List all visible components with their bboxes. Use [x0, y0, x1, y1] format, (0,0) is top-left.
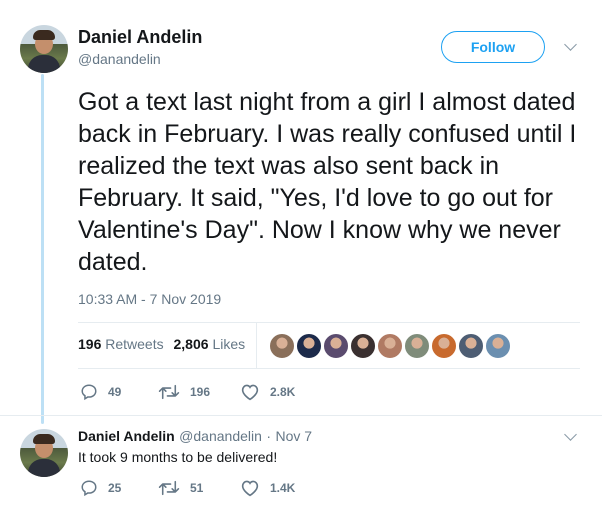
reply-icon [81, 384, 97, 401]
reply-date[interactable]: Nov 7 [275, 428, 312, 444]
reply-retweet-action[interactable]: 51 [158, 479, 203, 497]
divider [78, 368, 580, 369]
tweet-timestamp[interactable]: 10:33 AM - 7 Nov 2019 [78, 291, 221, 307]
reply-icon [81, 480, 97, 497]
likes-stat[interactable]: 2,806 Likes [174, 336, 246, 352]
chevron-down-icon[interactable] [564, 38, 577, 51]
tweet-text: Got a text last night from a girl I almo… [78, 88, 577, 276]
reply-like-action[interactable]: 1.4K [240, 479, 295, 497]
reply-author-name[interactable]: Daniel Andelin [78, 428, 175, 444]
liker-avatar[interactable] [295, 332, 323, 360]
tweet-stats: 196 Retweets 2,806 Likes [78, 336, 245, 352]
retweets-label: Retweets [105, 336, 164, 352]
heart-icon [241, 384, 259, 401]
reply-author-handle[interactable]: @danandelin [179, 428, 262, 444]
reply-separator: · [266, 428, 272, 444]
liker-avatar[interactable] [322, 332, 350, 360]
divider [0, 415, 602, 416]
reply-reply-action[interactable]: 25 [80, 479, 121, 497]
author-name[interactable]: Daniel Andelin [78, 27, 202, 48]
retweet-count: 196 [190, 385, 211, 399]
heart-icon [241, 480, 259, 497]
reply-count: 49 [108, 385, 122, 399]
retweets-count: 196 [78, 336, 102, 352]
thread-connector-line [41, 74, 44, 424]
reply-text: It took 9 months to be delivered! [78, 449, 278, 465]
reply-retweet-count: 51 [190, 481, 204, 495]
retweet-action[interactable]: 196 [158, 383, 210, 401]
liker-avatar[interactable] [403, 332, 431, 360]
retweet-icon [158, 480, 180, 496]
reply-like-count: 1.4K [270, 481, 296, 495]
reply-reply-count: 25 [108, 481, 122, 495]
like-action[interactable]: 2.8K [240, 383, 295, 401]
liker-avatar[interactable] [349, 332, 377, 360]
reply-author-avatar[interactable] [20, 429, 68, 477]
liker-avatar[interactable] [457, 332, 485, 360]
liker-avatar[interactable] [268, 332, 296, 360]
liker-avatar[interactable] [430, 332, 458, 360]
retweet-icon [158, 384, 180, 400]
likes-count: 2,806 [173, 336, 209, 352]
reply-header: Daniel Andelin @danandelin · Nov 7 [78, 428, 312, 446]
divider [78, 322, 580, 323]
like-count: 2.8K [270, 385, 296, 399]
likes-label: Likes [212, 336, 246, 352]
reply-action[interactable]: 49 [80, 383, 121, 401]
chevron-down-icon[interactable] [564, 428, 577, 441]
retweets-stat[interactable]: 196 Retweets [78, 336, 164, 352]
stats-separator [256, 322, 257, 368]
liker-avatar[interactable] [376, 332, 404, 360]
author-avatar[interactable] [20, 25, 68, 73]
liker-avatars [268, 332, 512, 360]
author-handle[interactable]: @danandelin [78, 51, 161, 67]
follow-button[interactable]: Follow [441, 31, 545, 63]
liker-avatar[interactable] [484, 332, 512, 360]
